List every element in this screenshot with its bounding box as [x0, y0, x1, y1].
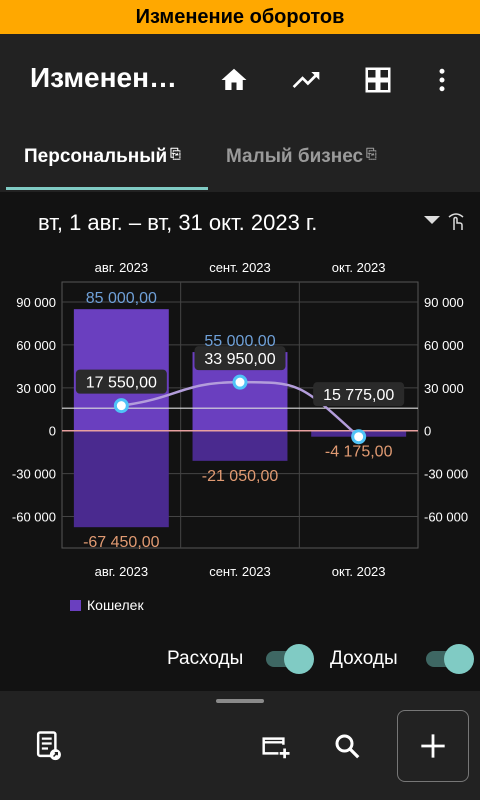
expense-value-label: -21 050,00	[202, 468, 279, 485]
expenses-toggle[interactable]	[262, 644, 314, 674]
y-tick-left: 0	[49, 424, 56, 439]
y-tick-left: 60 000	[16, 338, 56, 353]
tab-personal-label: Персональный	[24, 146, 168, 167]
link-icon: ⎘	[170, 146, 181, 161]
dropdown-arrow-icon[interactable]	[424, 216, 440, 224]
report-icon[interactable]	[30, 728, 66, 764]
balance-point	[351, 429, 367, 445]
home-icon[interactable]	[216, 62, 252, 98]
balance-value-label: 17 550,00	[86, 375, 157, 392]
y-tick-right: -60 000	[424, 510, 468, 525]
balance-point	[232, 374, 248, 390]
turnover-chart: 90 000 90 000 60 000 60 000 30 000 30 000 0 0 -3…	[0, 254, 480, 622]
expense-value-label: -67 450,00	[83, 534, 160, 551]
app-title: Изменение оборотов	[30, 62, 190, 93]
legend-swatch	[70, 599, 81, 611]
legend-label: Кошелек	[87, 597, 144, 613]
app-bar: Изменение оборотов	[0, 34, 480, 124]
y-tick-left: 30 000	[16, 381, 56, 396]
chart-canvas: 90 000 90 000 60 000 60 000 30 000 30 000 0 0 -3…	[12, 260, 468, 579]
balance-value-label: 33 950,00	[204, 351, 275, 368]
bottom-bar	[0, 691, 480, 800]
balance-point	[113, 398, 129, 414]
date-range-selector[interactable]: вт, 1 авг. – вт, 31 окт. 2023 г.	[0, 192, 480, 254]
expenses-toggle-label: Расходы	[167, 648, 244, 669]
y-tick-right: 90 000	[424, 295, 464, 310]
x-tick-bottom: авг. 2023	[95, 564, 148, 579]
add-icon	[421, 734, 445, 758]
add-window-icon[interactable]	[258, 728, 294, 764]
y-tick-left: -60 000	[12, 510, 56, 525]
x-tick-bottom: сент. 2023	[209, 564, 271, 579]
x-tick-top: сент. 2023	[209, 260, 271, 275]
link-icon: ⎘	[366, 146, 377, 161]
dashboard-icon[interactable]	[360, 62, 396, 98]
y-tick-left: -30 000	[12, 467, 56, 482]
date-range-label: вт, 1 авг. – вт, 31 окт. 2023 г.	[38, 210, 318, 235]
income-toggle[interactable]	[422, 644, 474, 674]
x-tick-top: окт. 2023	[332, 260, 386, 275]
y-tick-right: 30 000	[424, 381, 464, 396]
y-tick-right: 60 000	[424, 338, 464, 353]
y-tick-right: -30 000	[424, 467, 468, 482]
screen-title-banner: Изменение оборотов	[0, 0, 480, 34]
x-tick-top: авг. 2023	[95, 260, 148, 275]
tab-small-business-label: Малый бизнес	[226, 146, 364, 167]
drag-handle[interactable]	[216, 699, 264, 703]
chart-legend: Кошелек	[70, 597, 144, 613]
active-tab-indicator	[6, 187, 208, 190]
add-button[interactable]	[397, 710, 469, 782]
income-toggle-thumb	[444, 644, 474, 674]
average-value-label: 15 775,00	[323, 387, 394, 404]
x-tick-bottom: окт. 2023	[332, 564, 386, 579]
expense-value-label: -4 175,00	[325, 444, 393, 461]
expense-bar	[73, 430, 169, 528]
expenses-toggle-thumb	[284, 644, 314, 674]
search-icon[interactable]	[329, 728, 365, 764]
y-tick-left: 90 000	[16, 295, 56, 310]
series-toggles: Расходы Доходы	[0, 636, 480, 680]
y-tick-right: 0	[424, 424, 431, 439]
more-vert-icon[interactable]	[424, 62, 460, 98]
income-toggle-label: Доходы	[330, 648, 398, 669]
tab-small-business[interactable]: Малый бизнес ⎘	[226, 146, 377, 168]
expense-bar	[192, 430, 288, 461]
trending-up-icon[interactable]	[288, 62, 324, 98]
income-value-label: 85 000,00	[86, 290, 157, 307]
account-tabs: Персональный ⎘ Малый бизнес ⎘	[0, 124, 480, 192]
tab-personal[interactable]: Персональный ⎘	[24, 146, 181, 168]
swipe-gesture-icon[interactable]	[446, 210, 466, 237]
